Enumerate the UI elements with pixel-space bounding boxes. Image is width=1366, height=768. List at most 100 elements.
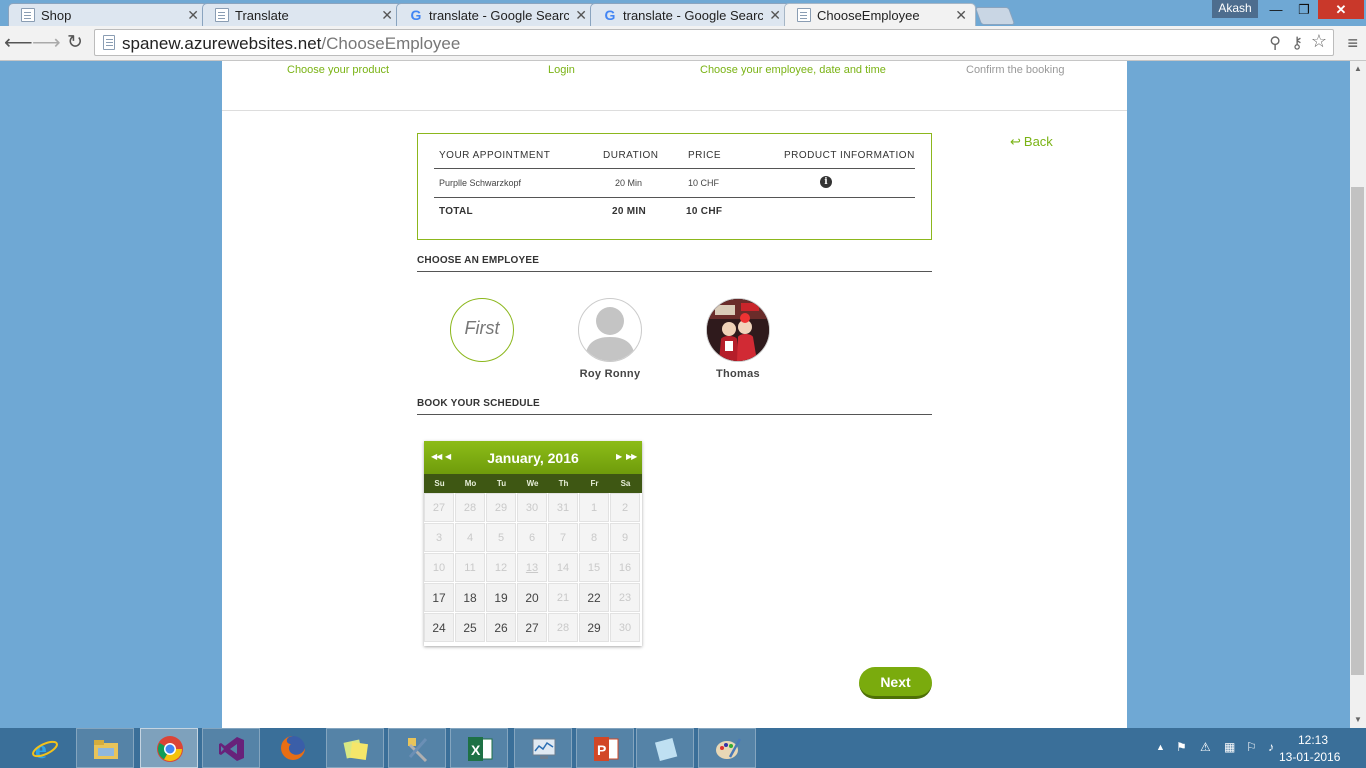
- close-icon[interactable]: ✕: [381, 7, 393, 24]
- tab-google-search-2[interactable]: G translate - Google Search ✕: [590, 3, 790, 26]
- taskbar-file-explorer[interactable]: [76, 728, 134, 768]
- calendar-day[interactable]: 29: [579, 613, 609, 642]
- calendar-day: 8: [579, 523, 609, 552]
- taskbar-notepad[interactable]: [636, 728, 694, 768]
- back-arrow-icon[interactable]: ⟵: [4, 30, 33, 56]
- weekday-label: Th: [558, 479, 569, 488]
- show-hidden-icons-icon[interactable]: ▲: [1156, 742, 1170, 756]
- close-icon[interactable]: ✕: [769, 7, 781, 24]
- calendar-day: 3: [424, 523, 454, 552]
- zoom-icon[interactable]: ⚲: [1269, 33, 1281, 53]
- employee-name-roy-ronny: Roy Ronny: [579, 368, 641, 380]
- weekday-label: Fr: [590, 479, 599, 488]
- windows-taskbar: e X P ▲ ⚑ ⚠ ▦ ⚐ ♪ 12:13 13-01-2016: [0, 728, 1366, 768]
- employee-thomas[interactable]: [706, 298, 770, 362]
- taskbar-visual-studio[interactable]: [202, 728, 260, 768]
- calendar-day: 13: [517, 553, 547, 582]
- calendar-day[interactable]: 22: [579, 583, 609, 612]
- step-login[interactable]: Login: [548, 64, 575, 76]
- calendar-day: 14: [548, 553, 578, 582]
- total-price: 10 CHF: [686, 206, 723, 217]
- taskbar-sticky-notes[interactable]: [326, 728, 384, 768]
- calendar-day[interactable]: 18: [455, 583, 485, 612]
- forward-arrow-icon[interactable]: ⟶: [32, 30, 61, 56]
- employee-first[interactable]: First: [450, 298, 514, 362]
- close-icon[interactable]: ✕: [575, 7, 587, 24]
- clock-time[interactable]: 12:13: [1298, 733, 1328, 747]
- default-user-avatar-icon: [585, 307, 635, 361]
- tab-choose-employee[interactable]: ChooseEmployee ✕: [784, 3, 976, 27]
- url-text[interactable]: spanew.azurewebsites.net/ChooseEmployee: [122, 34, 460, 54]
- window-close-button[interactable]: ✕: [1318, 0, 1364, 19]
- taskbar-excel[interactable]: X: [450, 728, 508, 768]
- calendar-day[interactable]: 25: [455, 613, 485, 642]
- network-icon[interactable]: ▦: [1224, 740, 1238, 754]
- taskbar-chrome[interactable]: [140, 728, 198, 768]
- taskbar-performance-monitor[interactable]: [514, 728, 572, 768]
- address-bar[interactable]: spanew.azurewebsites.net/ChooseEmployee …: [94, 29, 1334, 56]
- calendar-day: 4: [455, 523, 485, 552]
- calendar-day[interactable]: 19: [486, 583, 516, 612]
- book-schedule-heading: BOOK YOUR SCHEDULE: [417, 398, 932, 415]
- calendar-day: 29: [486, 493, 516, 522]
- back-label: Back: [1023, 134, 1053, 149]
- appointment-duration: 20 Min: [615, 178, 643, 188]
- menu-icon[interactable]: ≡: [1347, 33, 1358, 54]
- next-month-icon[interactable]: ▶: [616, 452, 622, 461]
- taskbar-tools[interactable]: [388, 728, 446, 768]
- weekday-label: We: [526, 479, 539, 488]
- employee-photo: [707, 299, 769, 361]
- tab-shop[interactable]: Shop ✕: [8, 3, 208, 26]
- employee-roy-ronny[interactable]: [578, 298, 642, 362]
- taskbar-paint[interactable]: [698, 728, 756, 768]
- taskbar-firefox[interactable]: [264, 728, 322, 768]
- calendar-day: 12: [486, 553, 516, 582]
- google-icon: G: [604, 7, 616, 23]
- calendar-day: 7: [548, 523, 578, 552]
- flag-icon[interactable]: ⚐: [1246, 740, 1260, 754]
- clock-date[interactable]: 13-01-2016: [1279, 750, 1340, 764]
- back-link[interactable]: ↩ Back: [1010, 134, 1053, 150]
- minimize-button[interactable]: —: [1262, 0, 1290, 19]
- svg-text:P: P: [597, 742, 606, 758]
- calendar-day[interactable]: 17: [424, 583, 454, 612]
- booking-steps: Choose your product Login Choose your em…: [222, 61, 1127, 111]
- tools-icon: [408, 738, 428, 763]
- key-icon[interactable]: ⚷: [1291, 33, 1303, 53]
- paint-icon: [716, 738, 742, 759]
- calendar-day[interactable]: 27: [517, 613, 547, 642]
- weekday-label: Mo: [464, 479, 477, 488]
- step-choose-employee[interactable]: Choose your employee, date and time: [700, 64, 886, 76]
- close-icon[interactable]: ✕: [955, 7, 967, 24]
- close-icon[interactable]: ✕: [187, 7, 199, 24]
- step-choose-product[interactable]: Choose your product: [287, 64, 389, 76]
- calendar-day[interactable]: 24: [424, 613, 454, 642]
- scroll-up-icon[interactable]: ▲: [1350, 61, 1366, 77]
- calendar-day[interactable]: 26: [486, 613, 516, 642]
- scrollbar-thumb[interactable]: [1351, 187, 1364, 675]
- vertical-scrollbar[interactable]: ▲ ▼: [1350, 61, 1366, 728]
- new-tab-button[interactable]: [974, 7, 1016, 25]
- profile-button[interactable]: Akash: [1212, 0, 1258, 18]
- bookmark-star-icon[interactable]: ☆: [1311, 31, 1327, 52]
- calendar-day: 30: [517, 493, 547, 522]
- visual-studio-icon: [219, 737, 244, 761]
- tab-translate[interactable]: Translate ✕: [202, 3, 402, 26]
- google-icon: G: [410, 7, 422, 23]
- scroll-down-icon[interactable]: ▼: [1350, 712, 1366, 728]
- calendar-day: 9: [610, 523, 640, 552]
- taskbar-powerpoint[interactable]: P: [576, 728, 634, 768]
- powerpoint-icon: P: [594, 737, 619, 761]
- network-warning-icon[interactable]: ⚠: [1200, 740, 1214, 754]
- info-icon[interactable]: i: [820, 176, 832, 188]
- next-button[interactable]: Next: [859, 667, 932, 699]
- chrome-icon: [157, 736, 183, 762]
- appointment-name: Purplle Schwarzkopf: [439, 178, 522, 188]
- maximize-button[interactable]: ❐: [1290, 0, 1318, 19]
- taskbar-internet-explorer[interactable]: e: [16, 728, 74, 768]
- reload-icon[interactable]: ↻: [62, 30, 88, 56]
- app-tray-icon[interactable]: ⚑: [1176, 740, 1190, 754]
- tab-google-search-1[interactable]: G translate - Google Search ✕: [396, 3, 596, 26]
- calendar-day[interactable]: 20: [517, 583, 547, 612]
- next-year-icon[interactable]: ▶▶: [626, 452, 637, 461]
